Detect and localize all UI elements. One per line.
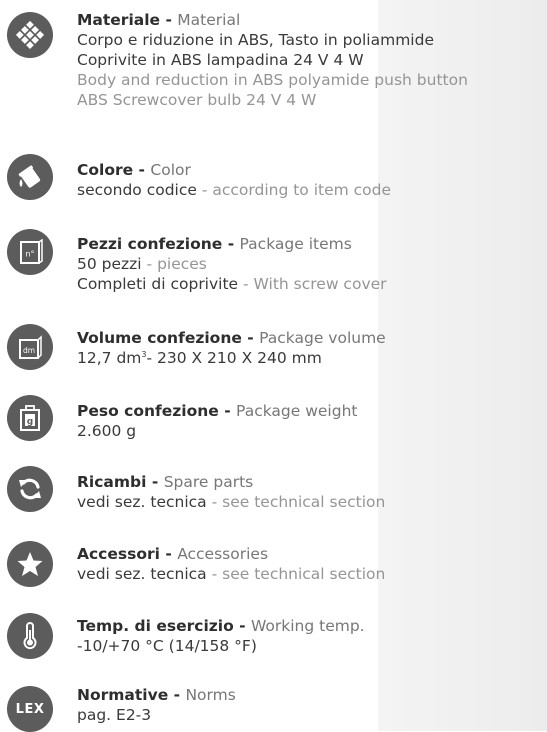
spec-title: Materiale - Material <box>77 11 241 29</box>
weight-scale-icon-label: g <box>27 417 33 427</box>
spec-text: Pezzi confezione - Package items 50 pezz… <box>77 235 387 293</box>
spec-text: Colore - Color secondo codice - accordin… <box>77 161 392 199</box>
material-line-en-1: Body and reduction in ABS polyamide push… <box>77 71 468 89</box>
spec-text: Volume confezione - Package volume 12,7 … <box>77 329 386 367</box>
spec-text: Materiale - Material Corpo e riduzione i… <box>77 10 547 110</box>
box-number-icon-label: n° <box>25 250 34 259</box>
material-line-en-2: ABS Screwcover bulb 24 V 4 W <box>77 91 317 109</box>
weight-scale-icon: g <box>7 395 53 441</box>
spec-text: Peso confezione - Package weight 2.600 g <box>77 402 358 440</box>
spec-text: Normative - Norms pag. E2-3 <box>77 686 236 724</box>
material-line-it-1: Corpo e riduzione in ABS, Tasto in polia… <box>77 31 434 49</box>
star-icon <box>7 541 53 587</box>
material-line-it-2: Coprivite in ABS lampadina 24 V 4 W <box>77 51 364 69</box>
diamond-grid-icon <box>7 12 53 58</box>
box-volume-icon-label: dm <box>23 346 35 355</box>
spec-text: Temp. di esercizio - Working temp. -10/+… <box>77 617 365 655</box>
paint-bucket-icon <box>7 154 53 200</box>
spec-text: Ricambi - Spare parts vedi sez. tecnica … <box>77 473 386 511</box>
lex-norms-icon-label: LEX <box>15 701 45 717</box>
box-volume-icon: dm <box>7 324 53 370</box>
thermometer-icon <box>7 613 53 659</box>
refresh-arrows-icon <box>7 466 53 512</box>
box-number-icon: n° <box>7 229 53 275</box>
lex-norms-icon: LEX <box>7 686 53 732</box>
spec-text: Accessori - Accessories vedi sez. tecnic… <box>77 545 386 583</box>
